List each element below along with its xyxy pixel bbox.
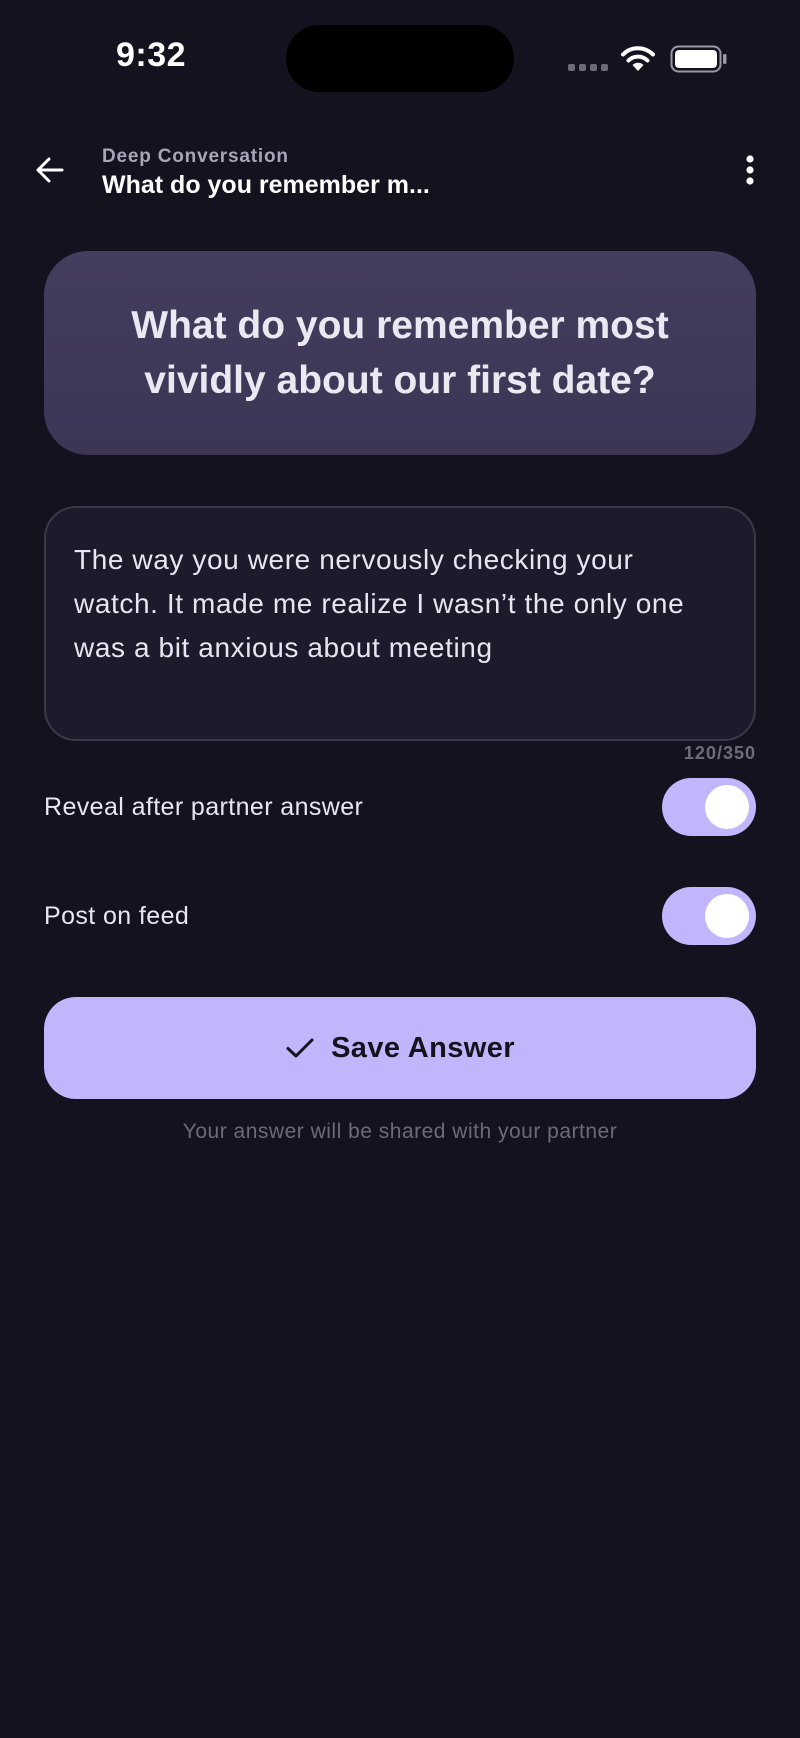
post-on-feed-label: Post on feed — [44, 901, 190, 930]
header-subtitle: Deep Conversation — [102, 146, 289, 167]
save-answer-label: Save Answer — [331, 1031, 515, 1064]
post-on-feed-row: Post on feed — [44, 887, 756, 945]
toggle-knob — [705, 785, 749, 829]
reveal-after-partner-row: Reveal after partner answer — [44, 778, 756, 836]
toggle-knob — [705, 894, 749, 938]
more-vertical-icon — [746, 155, 754, 185]
header-title: What do you remember m... — [102, 171, 430, 199]
share-footnote: Your answer will be shared with your par… — [182, 1120, 618, 1143]
answer-input[interactable]: The way you were nervously checking your… — [74, 538, 726, 709]
header-titles: Deep Conversation What do you remember m… — [102, 146, 430, 200]
answer-input-container: The way you were nervously checking your… — [44, 506, 756, 741]
save-answer-button[interactable]: Save Answer — [44, 997, 756, 1099]
battery-icon — [670, 45, 727, 73]
wifi-icon — [621, 46, 655, 71]
back-button[interactable] — [26, 146, 74, 194]
status-time: 9:32 — [116, 36, 187, 74]
status-bar: 9:32 — [0, 0, 800, 110]
dynamic-island — [286, 25, 514, 92]
more-options-button[interactable] — [726, 146, 774, 194]
question-text: What do you remember most vividly about … — [131, 304, 669, 402]
checkmark-icon — [286, 1038, 314, 1058]
reveal-after-partner-toggle[interactable] — [662, 778, 756, 836]
cellular-signal-icon — [568, 64, 608, 71]
question-card: What do you remember most vividly about … — [44, 251, 756, 455]
arrow-left-icon — [36, 157, 64, 183]
reveal-after-partner-label: Reveal after partner answer — [44, 792, 364, 821]
app-header: Deep Conversation What do you remember m… — [0, 130, 800, 210]
post-on-feed-toggle[interactable] — [662, 887, 756, 945]
character-counter: 120/350 — [683, 743, 756, 763]
